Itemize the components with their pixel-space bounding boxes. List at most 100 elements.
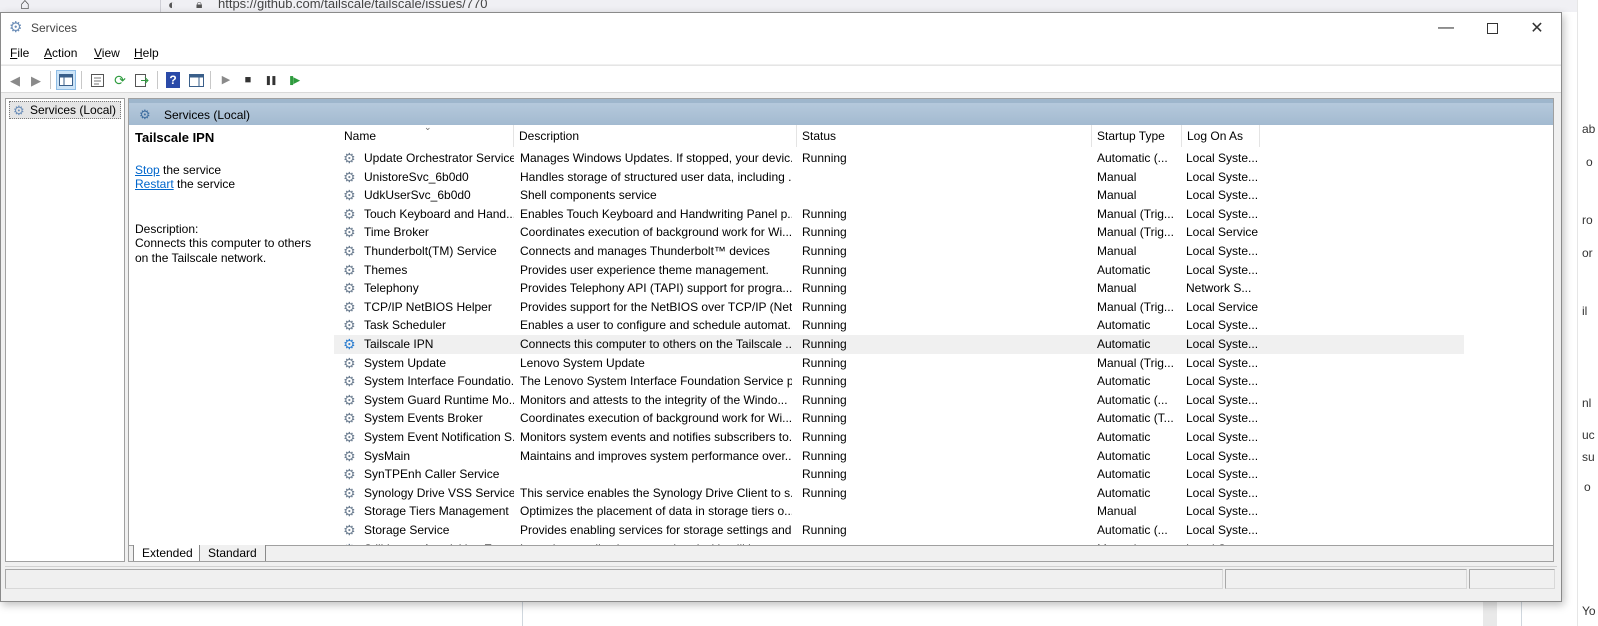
cell-startup-type: Automatic xyxy=(1097,467,1151,482)
service-gear-icon: ⚙ xyxy=(343,522,356,538)
restart-service-icon[interactable]: ❚▶ xyxy=(283,70,303,90)
service-gear-icon: ⚙ xyxy=(343,317,356,334)
properties-glyph xyxy=(90,73,104,87)
tree-item-services-local[interactable]: ⚙ Services (Local) xyxy=(9,101,122,119)
table-row[interactable]: ⚙ Task Scheduler Enables a user to configu… xyxy=(334,316,1464,335)
cell-name: System Update xyxy=(364,355,447,370)
description-label: Description: xyxy=(135,221,199,236)
title-bar[interactable]: ⚙ Services — ✕ xyxy=(1,13,1561,43)
cell-status: Running xyxy=(802,244,847,258)
table-row[interactable]: ⚙ SynTPEnh Caller Service Running Automatic… xyxy=(334,465,1464,484)
maximize-button[interactable] xyxy=(1469,13,1515,43)
cell-description: Lenovo System Update xyxy=(520,355,645,370)
cell-description: Coordinates execution of background work… xyxy=(520,411,792,426)
page-text-fragment: nl xyxy=(1582,396,1592,410)
table-row[interactable]: ⚙ System Events Broker Coordinates executi… xyxy=(334,409,1464,428)
table-row[interactable]: ⚙ TCP/IP NetBIOS Helper Provides support f… xyxy=(334,298,1464,317)
action-pane-icon[interactable] xyxy=(186,70,206,90)
table-row[interactable]: ⚙ System Update Lenovo System Update Runnin… xyxy=(334,354,1464,373)
cell-log-on-as: Local Service xyxy=(1186,225,1259,240)
cell-status: Running xyxy=(802,206,847,221)
properties-icon[interactable] xyxy=(87,70,107,90)
table-row[interactable]: ⚙ UnistoreSvc_6b0d0 Handles storage of str… xyxy=(334,168,1464,187)
cell-description: Provides user experience theme managemen… xyxy=(520,262,769,277)
tab-standard[interactable]: Standard xyxy=(199,545,266,561)
table-row-selected[interactable]: ⚙ Tailscale IPN Connects this computer to … xyxy=(334,335,1464,354)
column-header-startup-type[interactable]: Startup Type xyxy=(1092,125,1182,147)
console-tree: ⚙ Services (Local) xyxy=(5,98,125,562)
forward-icon[interactable]: ▶ xyxy=(26,70,46,90)
export-glyph xyxy=(135,73,149,87)
shield-icon[interactable]: ◐ xyxy=(168,0,176,12)
stop-service-link[interactable]: Stop xyxy=(135,163,160,177)
cell-name: UnistoreSvc_6b0d0 xyxy=(364,169,469,184)
url-text[interactable]: https://github.com/tailscale/tailscale/i… xyxy=(218,0,488,11)
table-row[interactable]: ⚙ Touch Keyboard and Hand... Enables Touch… xyxy=(334,205,1464,224)
table-row[interactable]: ⚙ Update Orchestrator Service Manages Wind… xyxy=(334,149,1464,168)
table-row[interactable]: ⚙ Storage Service Provides enabling servic… xyxy=(334,521,1464,540)
table-row[interactable]: ⚙ Thunderbolt(TM) Service Connects and man… xyxy=(334,242,1464,261)
tab-extended[interactable]: Extended xyxy=(133,545,202,561)
stop-service-icon[interactable]: ■ xyxy=(238,70,258,90)
cell-startup-type: Manual (Trig... xyxy=(1097,206,1174,221)
table-row[interactable]: ⚙ System Guard Runtime Mo... Monitors and … xyxy=(334,391,1464,410)
column-header-log-on-as[interactable]: Log On As xyxy=(1182,125,1260,147)
refresh-icon[interactable]: ⟳ xyxy=(110,70,130,90)
action-pane-glyph xyxy=(188,73,204,87)
menu-view-label: iew xyxy=(101,46,120,60)
table-row[interactable]: ⚙ System Event Notification S... Monitors … xyxy=(334,428,1464,447)
service-gear-icon: ⚙ xyxy=(343,205,356,222)
menu-file[interactable]: File xyxy=(10,46,29,60)
cell-startup-type: Manual xyxy=(1097,504,1137,519)
menu-action[interactable]: Action xyxy=(44,46,77,60)
cell-startup-type: Manual (Trig... xyxy=(1097,299,1174,314)
pane-title: Services (Local) xyxy=(164,108,251,122)
browser-scrollbar[interactable] xyxy=(1483,602,1497,626)
service-gear-icon: ⚙ xyxy=(343,429,356,445)
show-hide-console-tree-icon[interactable] xyxy=(56,70,76,90)
browser-page-panel xyxy=(522,602,1522,626)
table-row[interactable]: ⚙ UdkUserSvc_6b0d0 Shell components servic… xyxy=(334,186,1464,205)
table-row[interactable]: ⚙ Telephony Provides Telephony API (TAPI) … xyxy=(334,279,1464,298)
tree-item-label: Services (Local) xyxy=(30,103,117,117)
page-text-fragment: ab xyxy=(1582,122,1596,136)
column-header-status[interactable]: Status xyxy=(797,125,1092,147)
extended-info-panel: Tailscale IPN Stop the service Restart t… xyxy=(129,125,331,545)
table-row[interactable]: ⚙ Storage Tiers Management Optimizes the p… xyxy=(334,502,1464,521)
cell-status: Running xyxy=(802,281,847,296)
column-header-name[interactable]: Name ⌄ xyxy=(334,125,514,147)
service-gear-icon: ⚙ xyxy=(343,168,356,185)
status-pane xyxy=(1469,569,1555,589)
table-row[interactable]: ⚙ Synology Drive VSS Service ... This serv… xyxy=(334,484,1464,503)
cell-log-on-as: Local Syste... xyxy=(1186,337,1259,351)
service-gear-icon: ⚙ xyxy=(343,466,356,483)
table-row[interactable]: ⚙ SysMain Maintains and improves system pe… xyxy=(334,447,1464,466)
cell-description: Provides Telephony API (TAPI) support fo… xyxy=(520,281,792,296)
home-icon[interactable]: ⌂ xyxy=(20,0,30,12)
cell-description: Maintains and improves system performanc… xyxy=(520,448,792,463)
help-icon[interactable]: ? xyxy=(163,70,183,90)
cell-status: Running xyxy=(802,392,847,407)
cell-status: Running xyxy=(802,448,847,463)
cell-name: UdkUserSvc_6b0d0 xyxy=(364,188,471,203)
cell-log-on-as: Local Syste... xyxy=(1186,448,1259,463)
menu-view[interactable]: View xyxy=(94,46,120,60)
table-row[interactable]: ⚙ System Interface Foundatio... The Lenovo… xyxy=(334,372,1464,391)
menu-help[interactable]: Help xyxy=(134,46,159,60)
close-button[interactable]: ✕ xyxy=(1514,13,1560,43)
restart-service-link[interactable]: Restart xyxy=(135,177,174,191)
table-row[interactable]: ⚙ Time Broker Coordinates execution of bac… xyxy=(334,223,1464,242)
column-header-description[interactable]: Description xyxy=(514,125,797,147)
minimize-button[interactable]: — xyxy=(1423,13,1469,43)
menu-action-label: ction xyxy=(52,46,78,60)
cell-name: Themes xyxy=(364,262,408,277)
table-row[interactable]: ⚙ Themes Provides user experience theme ma… xyxy=(334,261,1464,280)
magnifier-icon: ⚙ xyxy=(139,107,151,122)
status-bar xyxy=(5,566,1557,590)
export-list-icon[interactable] xyxy=(132,70,152,90)
pause-service-icon[interactable]: ❚❚ xyxy=(260,70,280,90)
back-icon[interactable]: ◀ xyxy=(5,70,25,90)
cell-log-on-as: Local Syste... xyxy=(1186,374,1259,389)
start-service-icon[interactable]: ▶ xyxy=(216,70,236,90)
cell-name: System Event Notification S... xyxy=(364,430,514,444)
